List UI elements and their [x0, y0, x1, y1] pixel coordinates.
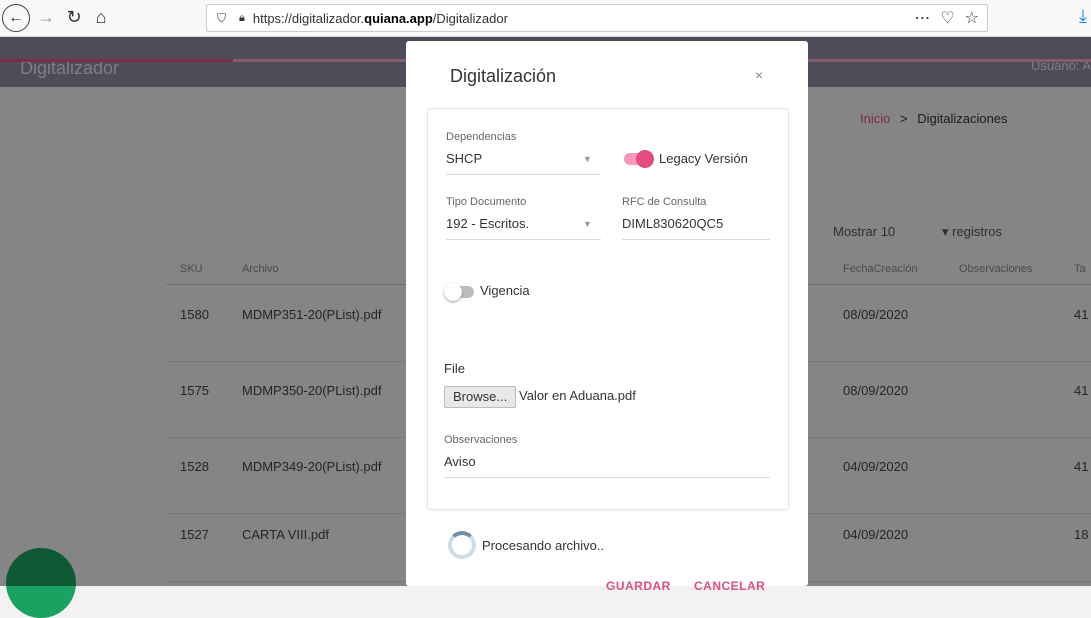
pocket-icon[interactable]: ♡	[940, 8, 954, 28]
observaciones-label: Observaciones	[444, 434, 518, 446]
vigencia-toggle[interactable]	[444, 283, 474, 301]
download-icon[interactable]: ⤓	[1079, 6, 1087, 27]
rfc-input[interactable]: DIML830620QC5	[622, 216, 723, 231]
legacy-toggle[interactable]	[624, 150, 654, 168]
shield-icon[interactable]: ⛉	[217, 11, 231, 26]
more-icon[interactable]: ⋯	[914, 8, 930, 28]
browser-toolbar: ← → ↻ ⌂ ⛉ 🔒︎ https://digitalizador.quian…	[0, 0, 1091, 37]
rfc-label: RFC de Consulta	[622, 196, 707, 208]
vigencia-label: Vigencia	[480, 283, 530, 298]
dependencias-select[interactable]: SHCP	[446, 151, 482, 166]
url-text: https://digitalizador.quiana.app/Digital…	[252, 10, 508, 26]
legacy-label: Legacy Versión	[659, 151, 748, 166]
file-label: File	[444, 361, 465, 376]
back-icon[interactable]: ←	[2, 4, 30, 32]
reload-icon[interactable]: ↻	[64, 4, 84, 30]
cancelar-button[interactable]: CANCELAR	[694, 579, 765, 593]
caret-down-icon: ▼	[583, 219, 592, 229]
star-icon[interactable]: ☆	[965, 8, 979, 28]
tipo-documento-label: Tipo Documento	[446, 196, 527, 208]
spinner-icon	[448, 531, 476, 559]
dependencias-label: Dependencias	[446, 131, 517, 143]
lock-icon[interactable]: 🔒︎	[239, 12, 245, 25]
file-name: Valor en Aduana.pdf	[519, 388, 636, 403]
forward-icon[interactable]: →	[36, 4, 56, 30]
browse-button[interactable]: Browse...	[444, 386, 517, 408]
dialog-title: Digitalización	[450, 66, 557, 86]
caret-down-icon: ▼	[583, 154, 592, 164]
observaciones-input[interactable]: Aviso	[444, 454, 476, 469]
guardar-button[interactable]: GUARDAR	[606, 579, 671, 593]
form-card: Dependencias SHCP ▼ Legacy Versión Tipo …	[427, 108, 789, 510]
home-icon[interactable]: ⌂	[90, 4, 112, 30]
url-bar[interactable]: ⛉ 🔒︎ https://digitalizador.quiana.app/Di…	[206, 4, 988, 32]
tipo-documento-select[interactable]: 192 - Escritos.	[446, 216, 529, 231]
digitalizacion-dialog: Digitalización × Dependencias SHCP ▼ Leg…	[406, 41, 808, 593]
processing-status: Procesando archivo..	[482, 538, 605, 553]
close-icon[interactable]: ×	[755, 67, 763, 83]
